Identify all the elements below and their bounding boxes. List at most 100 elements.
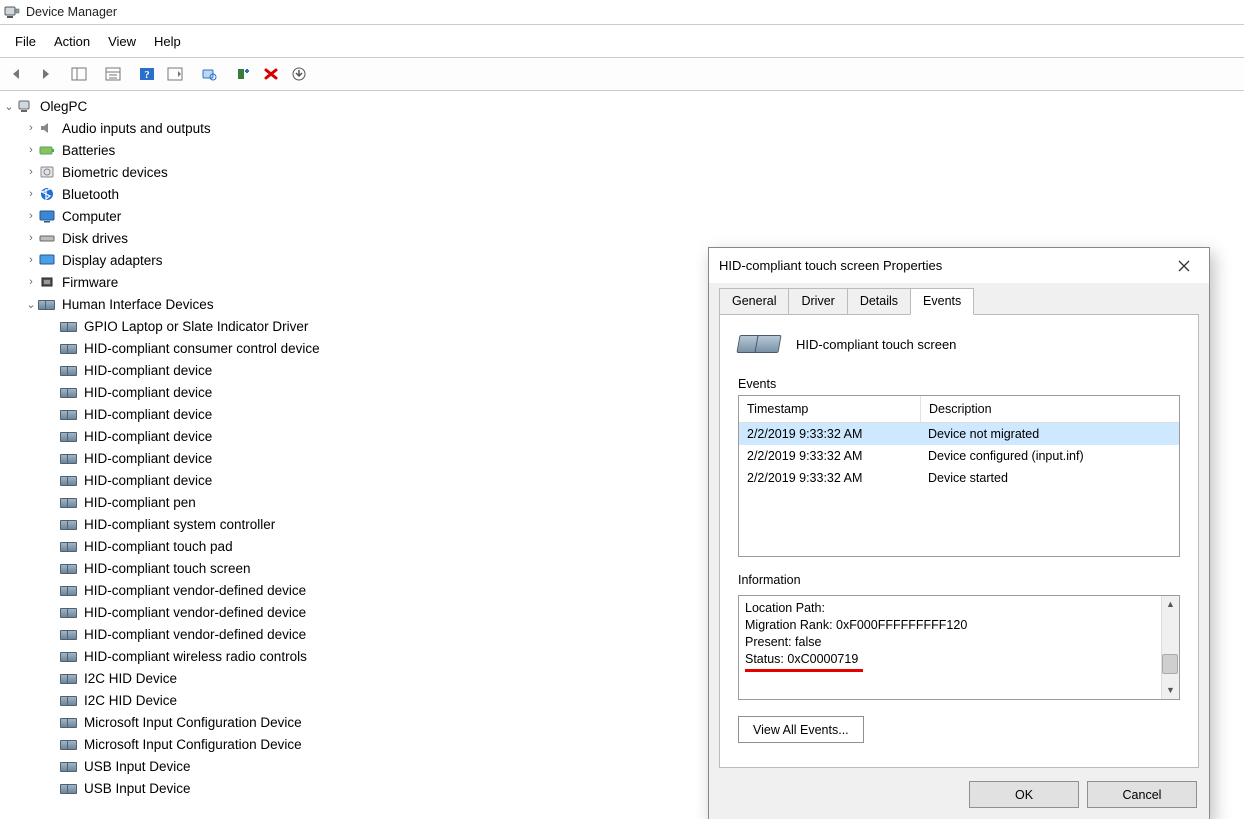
- show-hide-console-tree-button[interactable]: [66, 61, 92, 87]
- column-timestamp[interactable]: Timestamp: [739, 396, 920, 422]
- tree-label: HID-compliant touch pad: [84, 539, 239, 554]
- dialog-titlebar[interactable]: HID-compliant touch screen Properties: [709, 248, 1209, 283]
- event-row[interactable]: 2/2/2019 9:33:32 AMDevice started: [739, 467, 1179, 489]
- scroll-thumb[interactable]: [1162, 654, 1178, 674]
- events-columns: Timestamp Description: [739, 396, 1179, 423]
- chevron-icon[interactable]: ›: [24, 232, 38, 244]
- device-icon: [38, 186, 56, 202]
- info-line: Migration Rank: 0xF000FFFFFFFFF120: [745, 617, 1161, 634]
- menu-view[interactable]: View: [99, 31, 145, 52]
- event-row[interactable]: 2/2/2019 9:33:32 AMDevice configured (in…: [739, 445, 1179, 467]
- tree-label: GPIO Laptop or Slate Indicator Driver: [84, 319, 314, 334]
- device-icon: [16, 98, 34, 114]
- device-icon: [60, 406, 78, 422]
- view-all-events-button[interactable]: View All Events...: [738, 716, 864, 743]
- information-box[interactable]: Location Path: Migration Rank: 0xF000FFF…: [738, 595, 1180, 700]
- tree-label: HID-compliant system controller: [84, 517, 281, 532]
- chevron-icon[interactable]: ›: [24, 276, 38, 288]
- tree-label: Audio inputs and outputs: [62, 121, 217, 136]
- device-icon: [38, 230, 56, 246]
- tab-general[interactable]: General: [719, 288, 789, 315]
- tree-label: HID-compliant pen: [84, 495, 202, 510]
- event-row[interactable]: 2/2/2019 9:33:32 AMDevice not migrated: [739, 423, 1179, 445]
- info-scrollbar[interactable]: ▲ ▼: [1161, 596, 1179, 699]
- forward-button[interactable]: [32, 61, 58, 87]
- chevron-icon[interactable]: ›: [24, 144, 38, 156]
- menu-action[interactable]: Action: [45, 31, 99, 52]
- info-line: Status: 0xC0000719: [745, 651, 1161, 668]
- tree-category[interactable]: ›Biometric devices: [2, 161, 1244, 183]
- chevron-icon[interactable]: ⌄: [2, 100, 16, 113]
- cancel-button[interactable]: Cancel: [1087, 781, 1197, 808]
- chevron-icon[interactable]: ›: [24, 122, 38, 134]
- device-icon: [60, 736, 78, 752]
- chevron-icon[interactable]: ›: [24, 254, 38, 266]
- properties-button[interactable]: [100, 61, 126, 87]
- chevron-icon[interactable]: ›: [24, 188, 38, 200]
- device-icon: [60, 626, 78, 642]
- window-title: Device Manager: [26, 5, 117, 19]
- tree-category[interactable]: › Bluetooth: [2, 183, 1244, 205]
- tree-category[interactable]: › Disk drives: [2, 227, 1244, 249]
- tab-events[interactable]: Events: [910, 288, 974, 315]
- column-description[interactable]: Description: [921, 396, 1179, 422]
- tree-label: Bluetooth: [62, 187, 125, 202]
- chevron-icon[interactable]: ⌄: [24, 298, 38, 311]
- menubar: File Action View Help: [0, 25, 1244, 57]
- tree-label: USB Input Device: [84, 781, 197, 796]
- tree-label: HID-compliant device: [84, 385, 218, 400]
- menu-file[interactable]: File: [6, 31, 45, 52]
- info-line: Present: false: [745, 634, 1161, 651]
- tree-label: I2C HID Device: [84, 693, 183, 708]
- device-icon: [38, 252, 56, 268]
- tab-details[interactable]: Details: [847, 288, 911, 315]
- uninstall-device-button[interactable]: [258, 61, 284, 87]
- device-icon: [38, 142, 56, 158]
- close-icon[interactable]: [1169, 252, 1199, 280]
- scroll-down-icon[interactable]: ▼: [1162, 682, 1179, 699]
- tree-label: Disk drives: [62, 231, 134, 246]
- scroll-up-icon[interactable]: ▲: [1162, 596, 1179, 613]
- device-icon: [60, 670, 78, 686]
- tree-label: HID-compliant device: [84, 451, 218, 466]
- tree-label: HID-compliant device: [84, 473, 218, 488]
- chevron-icon[interactable]: ›: [24, 166, 38, 178]
- dialog-title: HID-compliant touch screen Properties: [719, 258, 1169, 273]
- add-legacy-hardware-button[interactable]: [230, 61, 256, 87]
- scan-hardware-button[interactable]: [196, 61, 222, 87]
- tree-root[interactable]: ⌄OlegPC: [2, 95, 1244, 117]
- device-icon: [38, 164, 56, 180]
- action-menu-button[interactable]: [162, 61, 188, 87]
- back-button[interactable]: [4, 61, 30, 87]
- device-icon: [38, 274, 56, 290]
- menu-help[interactable]: Help: [145, 31, 190, 52]
- tree-category[interactable]: ›Computer: [2, 205, 1244, 227]
- device-icon: [60, 582, 78, 598]
- device-icon: [60, 780, 78, 796]
- update-driver-button[interactable]: [286, 61, 312, 87]
- device-icon: [60, 516, 78, 532]
- device-icon: [60, 428, 78, 444]
- information-label: Information: [738, 573, 1180, 587]
- tree-category[interactable]: ›Batteries: [2, 139, 1244, 161]
- event-description: Device configured (input.inf): [920, 445, 1179, 467]
- tree-label: HID-compliant consumer control device: [84, 341, 326, 356]
- annotation-red-underline: [745, 669, 863, 672]
- ok-button[interactable]: OK: [969, 781, 1079, 808]
- tree-label: USB Input Device: [84, 759, 197, 774]
- device-icon: [60, 560, 78, 576]
- tree-label: HID-compliant device: [84, 407, 218, 422]
- events-tab-panel: HID-compliant touch screen Events Timest…: [719, 314, 1199, 768]
- tree-label: HID-compliant vendor-defined device: [84, 627, 312, 642]
- device-icon: [60, 714, 78, 730]
- app-icon: [4, 4, 20, 20]
- tab-driver[interactable]: Driver: [788, 288, 847, 315]
- events-list[interactable]: Timestamp Description 2/2/2019 9:33:32 A…: [738, 395, 1180, 557]
- tree-label: Microsoft Input Configuration Device: [84, 737, 308, 752]
- device-header: HID-compliant touch screen: [738, 329, 1180, 359]
- chevron-icon[interactable]: ›: [24, 210, 38, 222]
- tree-category[interactable]: › Audio inputs and outputs: [2, 117, 1244, 139]
- device-icon: [38, 296, 56, 312]
- help-button[interactable]: ?: [134, 61, 160, 87]
- svg-text:?: ?: [144, 69, 150, 81]
